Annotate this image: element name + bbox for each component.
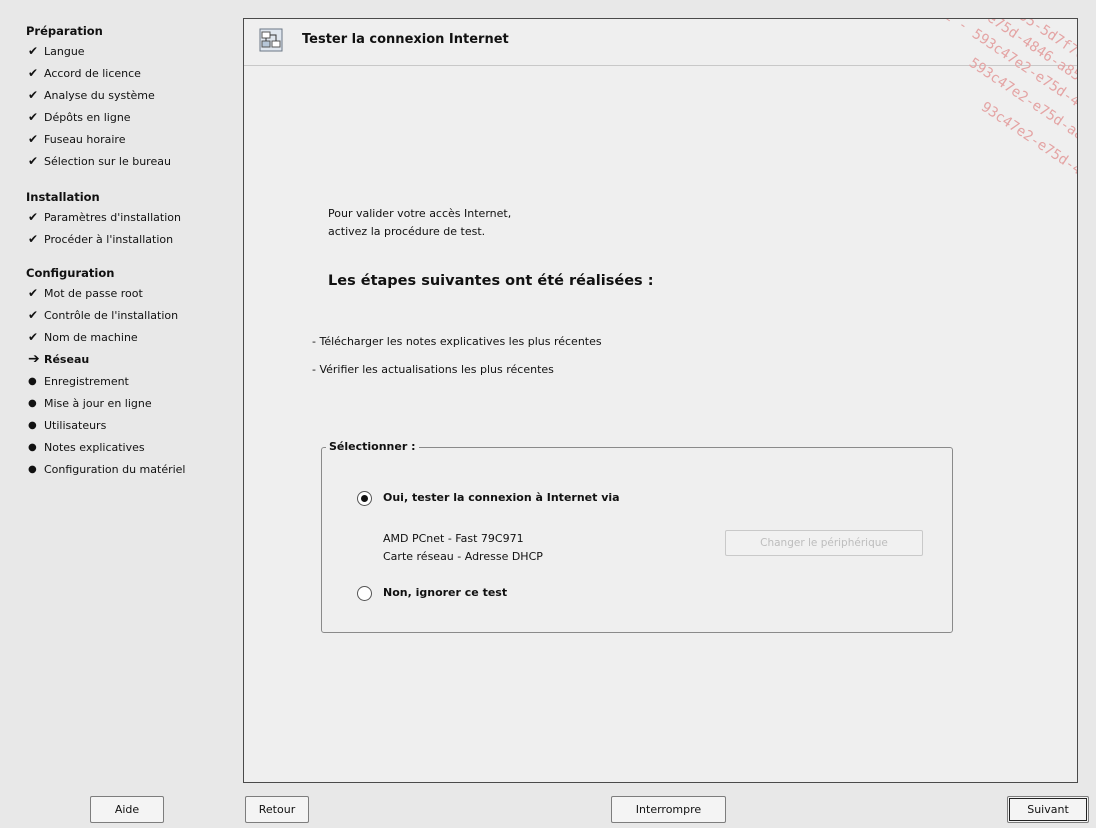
sidebar-step-label: Réseau (44, 352, 90, 366)
device-description: Carte réseau - Adresse DHCP (383, 550, 543, 563)
sidebar-step-label: Mise à jour en ligne (44, 396, 152, 410)
radio-skip-test[interactable] (357, 586, 372, 601)
bullet-icon: ● (28, 441, 37, 453)
change-device-button[interactable]: Changer le périphérique (725, 530, 923, 556)
arrow-right-icon: ➔ (28, 351, 40, 367)
intro-line: Pour valider votre accès Internet, (328, 207, 512, 220)
sidebar-section-title: Installation (26, 190, 100, 204)
check-icon: ✔ (28, 110, 39, 124)
sidebar-step-label: Utilisateurs (44, 418, 107, 432)
sidebar-step-label: Analyse du système (44, 88, 155, 102)
sidebar-step-label: Contrôle de l'installation (44, 308, 179, 322)
main-panel: Tester la connexion Internet d-4855-5d7f… (243, 18, 1078, 783)
check-icon: ✔ (28, 154, 39, 168)
bullet-icon: ● (28, 375, 37, 387)
sidebar-step-item: ✔ Nom de machine (28, 328, 138, 346)
sidebar-step-item: ✔ Dépôts en ligne (28, 108, 131, 126)
bullet-icon: ● (28, 463, 37, 475)
intro-text: Pour valider votre accès Internet, activ… (328, 205, 511, 241)
sidebar-step-item: ● Notes explicatives (28, 438, 145, 456)
sidebar-step-item: ✔ Procéder à l'installation (28, 230, 173, 248)
sidebar-step-item: ✔ Accord de licence (28, 64, 141, 82)
group-legend: Sélectionner : (326, 440, 419, 453)
watermark-line: 593c47e2-e75d-a855 (966, 55, 1077, 154)
page-title: Tester la connexion Internet (302, 32, 509, 47)
sidebar-step-label: Sélection sur le bureau (44, 154, 171, 168)
bullet-icon: ● (28, 419, 37, 431)
sidebar-step-item: ✔ Fuseau horaire (28, 130, 125, 148)
check-icon: ✔ (28, 88, 39, 102)
sidebar-step-item: ✔ Paramètres d'installation (28, 208, 181, 226)
sidebar-step-item: ✔ Mot de passe root (28, 284, 143, 302)
radio-test-connection[interactable] (357, 491, 372, 506)
sidebar-step-label: Fuseau horaire (44, 132, 126, 146)
sidebar-step-label: Configuration du matériel (44, 462, 186, 476)
sidebar-section-title: Préparation (26, 24, 103, 38)
intro-line: activez la procédure de test. (328, 225, 486, 238)
sidebar-step-label: Nom de machine (44, 330, 138, 344)
help-button[interactable]: Aide (90, 796, 164, 823)
sidebar-step-label: Notes explicatives (44, 440, 145, 454)
sidebar-step-item: ✔ Langue (28, 42, 85, 60)
steps-heading: Les étapes suivantes ont été réalisées : (328, 273, 654, 289)
radio-skip-test-label[interactable]: Non, ignorer ce test (383, 586, 507, 599)
completed-step: - Télécharger les notes explicatives les… (312, 335, 602, 348)
watermark-line: 93c47e2-e75d-48 (978, 99, 1077, 183)
sidebar-step-label: Accord de licence (44, 66, 141, 80)
check-icon: ✔ (28, 308, 39, 322)
device-name: AMD PCnet - Fast 79C971 (383, 532, 524, 545)
back-button[interactable]: Retour (245, 796, 309, 823)
sidebar-step-item: ● Enregistrement (28, 372, 129, 390)
sidebar-step-item: ✔ Sélection sur le bureau (28, 152, 171, 170)
sidebar-step-item: ● Utilisateurs (28, 416, 106, 434)
check-icon: ✔ (28, 66, 39, 80)
sidebar-section-title: Configuration (26, 266, 115, 280)
sidebar-step-label: Langue (44, 44, 85, 58)
bullet-icon: ● (28, 397, 37, 409)
completed-step: - Vérifier les actualisations les plus r… (312, 363, 554, 376)
selection-group: Sélectionner : Oui, tester la connexion … (321, 440, 953, 633)
sidebar-step-item: ✔ Contrôle de l'installation (28, 306, 178, 324)
sidebar-step-label: Mot de passe root (44, 286, 143, 300)
sidebar-step-label: Paramètres d'installation (44, 210, 181, 224)
sidebar-step-item: ● Configuration du matériel (28, 460, 186, 478)
sidebar-step-item: ✔ Analyse du système (28, 86, 155, 104)
sidebar-step-label: Dépôts en ligne (44, 110, 131, 124)
check-icon: ✔ (28, 210, 39, 224)
sidebar-step-item: ➔ Réseau (28, 350, 89, 368)
installation-steps-sidebar: Préparation ✔ Langue ✔ Accord de licence ✔ Ana… (0, 0, 238, 790)
check-icon: ✔ (28, 232, 39, 246)
check-icon: ✔ (28, 330, 39, 344)
next-button[interactable]: Suivant (1007, 796, 1089, 823)
check-icon: ✔ (28, 132, 39, 146)
sidebar-step-label: Procéder à l'installation (44, 232, 174, 246)
radio-test-connection-label[interactable]: Oui, tester la connexion à Internet via (383, 491, 620, 504)
sidebar-step-item: ● Mise à jour en ligne (28, 394, 152, 412)
abort-button[interactable]: Interrompre (611, 796, 726, 823)
panel-header: Tester la connexion Internet (244, 19, 1077, 66)
sidebar-step-label: Enregistrement (44, 374, 129, 388)
check-icon: ✔ (28, 286, 39, 300)
network-wizard-icon (259, 28, 283, 52)
check-icon: ✔ (28, 44, 39, 58)
